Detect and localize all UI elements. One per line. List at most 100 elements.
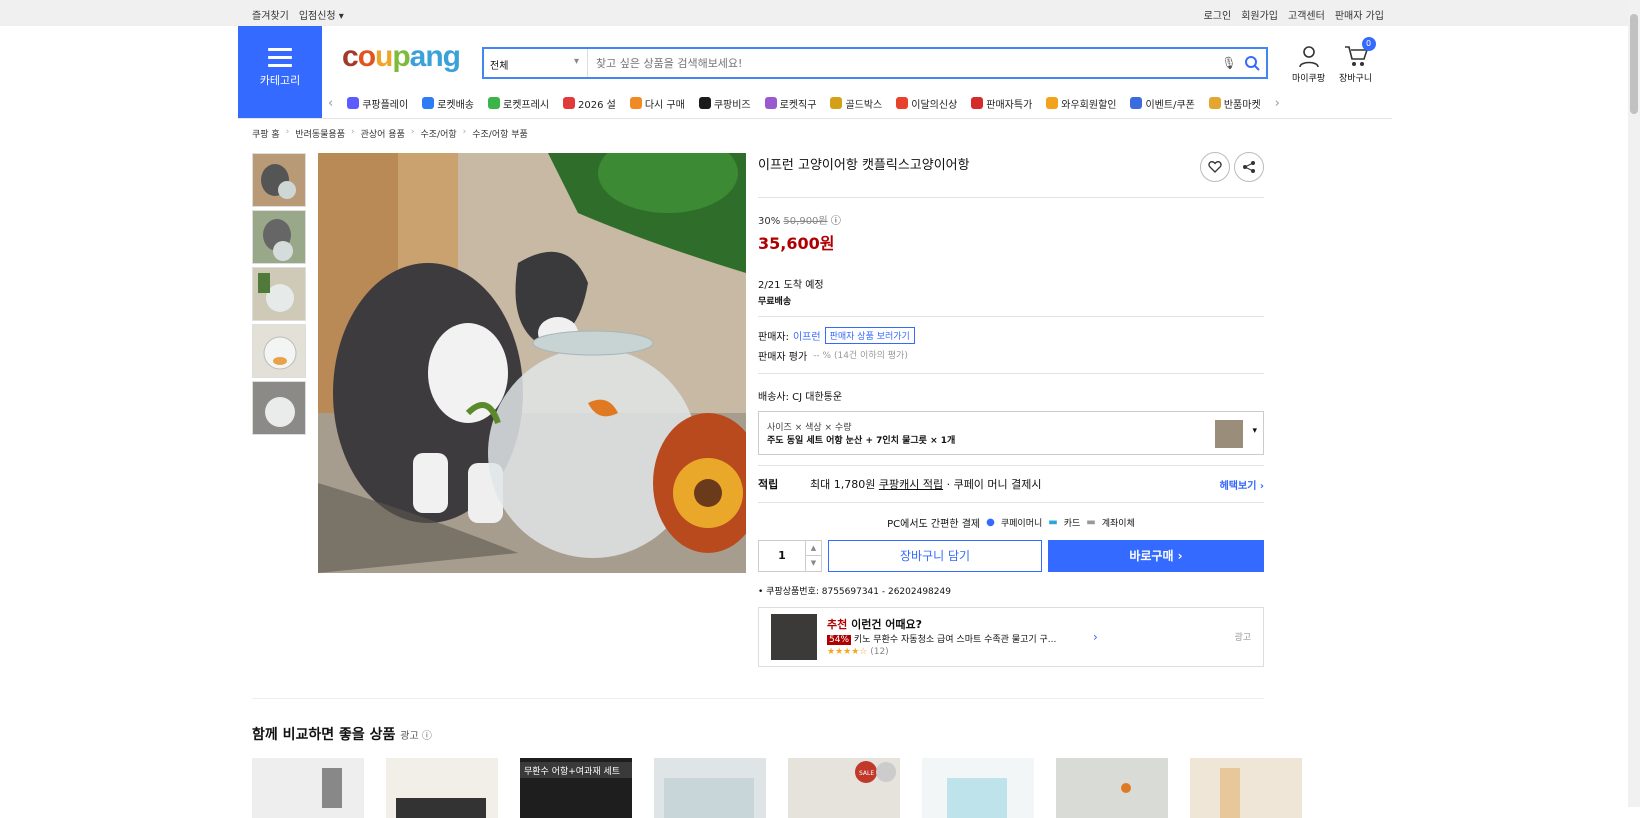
nav-item[interactable]: 이벤트/쿠폰 xyxy=(1130,96,1195,111)
pay-title: PC에서도 간편한 결제 xyxy=(887,519,981,530)
benefit-link[interactable]: 헤택보기 › xyxy=(1220,477,1264,492)
nav-item[interactable]: 판매자특가 xyxy=(971,96,1032,111)
nav-item[interactable]: 쿠팡플레이 xyxy=(347,96,408,111)
card-icon: ▬ xyxy=(1048,517,1058,528)
nav-item[interactable]: 와우회원할인 xyxy=(1046,96,1116,111)
cart-button[interactable]: 0 장바구니 xyxy=(1339,37,1376,84)
mycoupang-label: 마이쿠팡 xyxy=(1292,74,1326,84)
thumbnail[interactable] xyxy=(252,153,306,207)
pay-method: 카드 xyxy=(1063,519,1081,529)
breadcrumb-item[interactable]: 반려동물용품 xyxy=(295,127,345,140)
increment-icon[interactable]: ▲ xyxy=(806,541,821,556)
bank-icon: ▬ xyxy=(1086,517,1096,528)
product-info: 이프런 고양이어항 캣플릭스고양이어항 30% 50,900원 ⓘ 35,600… xyxy=(758,150,1264,667)
nav-item[interactable]: 반품마켓 xyxy=(1208,96,1261,111)
divider xyxy=(238,118,1392,119)
divider xyxy=(252,698,1264,699)
quantity-stepper[interactable]: 1 ▲ ▼ xyxy=(758,540,822,572)
nav-item[interactable]: 로켓배송 xyxy=(422,96,474,111)
breadcrumb-item[interactable]: 수조/어항 부품 xyxy=(472,127,528,140)
coupang-logo[interactable]: coupang xyxy=(342,40,461,74)
nav-item[interactable]: 로켓프레시 xyxy=(488,96,549,111)
thumbnail[interactable] xyxy=(252,267,306,321)
pay-method: 계좌이체 xyxy=(1101,519,1135,529)
seller-rating: -- % (14건 이하의 평가) xyxy=(813,351,908,361)
search-scope-select[interactable]: 전체 xyxy=(484,49,588,77)
chevron-right-icon[interactable]: › xyxy=(1093,630,1098,644)
scrollbar[interactable] xyxy=(1628,0,1640,807)
option-value: 주도 동일 세트 어항 눈산 + 7인치 물그릇 × 1개 xyxy=(767,436,956,446)
compare-product[interactable] xyxy=(922,758,1034,818)
compare-product[interactable] xyxy=(252,758,364,818)
search-icon[interactable] xyxy=(1238,49,1266,77)
hamburger-icon xyxy=(268,48,292,67)
category-button[interactable]: 카테고리 xyxy=(238,26,322,118)
compare-product[interactable] xyxy=(386,758,498,818)
compare-product-list: 무환수 어항+여과재 세트 SALE xyxy=(252,758,1302,818)
bookmark-link[interactable]: 즐겨찾기 xyxy=(252,7,289,22)
thumbnail[interactable] xyxy=(252,210,306,264)
signup-link[interactable]: 회원가입 xyxy=(1241,7,1278,22)
thumbnail[interactable] xyxy=(252,381,306,435)
recommend-thumbnail xyxy=(771,614,817,660)
price-row: 30% 50,900원 ⓘ xyxy=(758,216,841,227)
seller-signup-link[interactable]: 판매자 가입 xyxy=(1335,7,1384,22)
reward-text: 최대 1,780원 xyxy=(810,478,876,491)
nav-item[interactable]: 골드박스 xyxy=(830,96,882,111)
breadcrumb-item[interactable]: 수조/어항 xyxy=(420,127,456,140)
breadcrumb-item[interactable]: 쿠팡 홈 xyxy=(252,127,280,140)
compare-section-title: 함께 비교하면 좋을 상품 광고 ⓘ xyxy=(252,727,432,743)
compare-product[interactable]: SALE xyxy=(788,758,900,818)
heart-icon[interactable] xyxy=(1200,152,1230,182)
nav-next-icon[interactable]: › xyxy=(1275,96,1280,111)
info-icon[interactable]: ⓘ xyxy=(831,216,841,227)
share-icon[interactable] xyxy=(1234,152,1264,182)
nav-item[interactable]: 이달의신상 xyxy=(896,96,957,111)
quantity-value[interactable]: 1 xyxy=(759,541,805,571)
reward-link[interactable]: 쿠팡캐시 적립 xyxy=(879,476,943,492)
search-input[interactable] xyxy=(588,49,1220,77)
svg-text:무환수 어항+여과재 세트: 무환수 어항+여과재 세트 xyxy=(524,765,620,777)
seller-apply-link[interactable]: 입점신청 ▾ xyxy=(299,7,344,22)
buy-now-button[interactable]: 바로구매 › xyxy=(1048,540,1264,572)
delivery-date: 2/21 도착 예정 xyxy=(758,280,824,291)
compare-product[interactable] xyxy=(654,758,766,818)
breadcrumb-item[interactable]: 관상어 용품 xyxy=(361,127,405,140)
main-product-image[interactable] xyxy=(318,153,746,573)
reward-extra: · 쿠페이 머니 결제시 xyxy=(946,478,1042,491)
customer-center-link[interactable]: 고객센터 xyxy=(1288,7,1325,22)
pay-method: 쿠페이머니 xyxy=(1000,519,1043,529)
mycoupang-button[interactable]: 마이쿠팡 xyxy=(1292,44,1325,84)
option-thumbnail xyxy=(1215,420,1243,448)
reward-label: 적립 xyxy=(758,478,779,491)
compare-product[interactable] xyxy=(1056,758,1168,818)
header: 카테고리 coupang 전체 🎙 마이쿠팡 0 장바구니 ‹ 쿠팡플레이 로켓… xyxy=(238,26,1392,118)
nav-item[interactable]: 다시 구매 xyxy=(629,96,685,111)
user-icon xyxy=(1298,46,1319,68)
compare-product[interactable] xyxy=(1190,758,1302,818)
cart-label: 장바구니 xyxy=(1339,74,1373,84)
chevron-down-icon: ▾ xyxy=(1252,426,1257,436)
category-label: 카테고리 xyxy=(259,74,301,87)
seller-rating-label: 판매자 평가 xyxy=(758,352,808,363)
product-title: 이프런 고양이어항 캣플릭스고양이어항 xyxy=(758,158,970,173)
seller-link[interactable]: 이프런 xyxy=(793,328,821,343)
option-head: 사이즈 × 색상 × 수량 xyxy=(767,423,852,433)
seller-products-button[interactable]: 판매자 상품 보러가기 xyxy=(824,327,915,344)
rating-stars: ★★★★☆ xyxy=(827,647,868,657)
login-link[interactable]: 로그인 xyxy=(1204,7,1232,22)
decrement-icon[interactable]: ▼ xyxy=(806,556,821,571)
nav-item[interactable]: 2026 설 xyxy=(563,96,616,111)
cart-count-badge: 0 xyxy=(1361,37,1376,51)
compare-product[interactable]: 무환수 어항+여과재 세트 xyxy=(520,758,632,818)
nav-item[interactable]: 로켓직구 xyxy=(764,96,816,111)
thumbnail[interactable] xyxy=(252,324,306,378)
mic-icon[interactable]: 🎙 xyxy=(1220,56,1238,70)
search-bar: 전체 🎙 xyxy=(482,47,1268,79)
recommendation-card[interactable]: 추천 이런건 어때요? 54% 키노 무환수 자동청소 급여 스마트 수족관 물… xyxy=(758,607,1264,667)
nav-item[interactable]: 쿠팡비즈 xyxy=(698,96,751,111)
breadcrumb: 쿠팡 홈 › 반려동물용품 › 관상어 용품 › 수조/어항 › 수조/어항 부품 xyxy=(252,127,528,140)
option-select[interactable]: 사이즈 × 색상 × 수량 주도 동일 세트 어항 눈산 + 7인치 물그릇 ×… xyxy=(758,411,1264,455)
nav-prev-icon[interactable]: ‹ xyxy=(328,96,333,111)
add-to-cart-button[interactable]: 장바구니 담기 xyxy=(828,540,1042,572)
